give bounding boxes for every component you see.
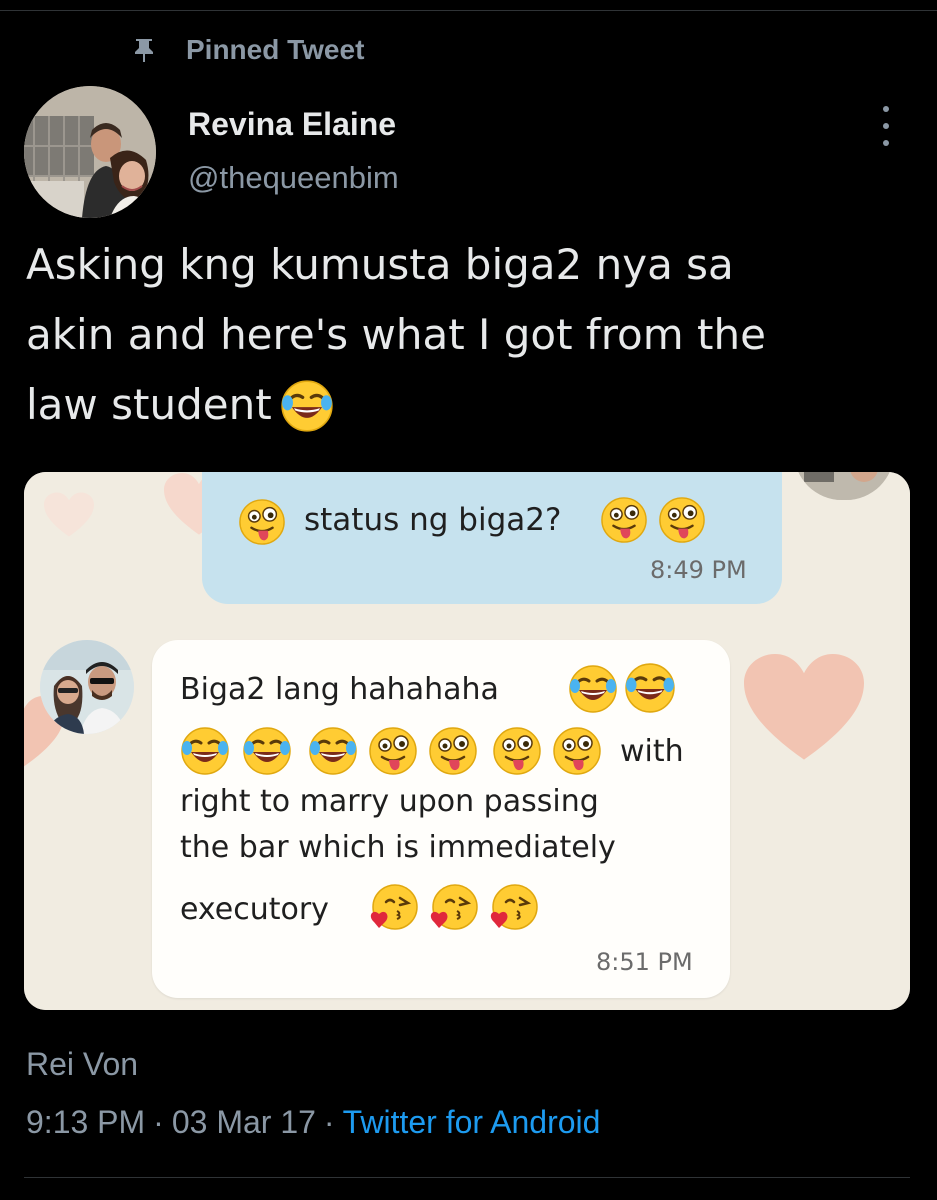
tweet-source-link[interactable]: Twitter for Android <box>343 1104 601 1140</box>
avatar[interactable] <box>24 86 156 218</box>
face-blowing-kiss-icon <box>368 884 418 938</box>
pin-icon <box>130 36 158 64</box>
image-credit: Rei Von <box>26 1046 139 1082</box>
tweet-date[interactable]: 03 Mar 17 <box>172 1104 316 1140</box>
bottom-divider <box>24 1177 910 1178</box>
incoming-message-line: executory <box>180 892 329 927</box>
face-blowing-kiss-icon <box>428 884 478 938</box>
top-divider <box>0 10 937 11</box>
face-with-tears-of-joy-icon <box>180 726 230 780</box>
incoming-message-time: 8:51 PM <box>596 948 693 976</box>
tongue-face-icon <box>600 496 648 548</box>
tweet-time[interactable]: 9:13 PM <box>26 1104 145 1140</box>
tongue-face-icon <box>368 726 418 780</box>
pinned-label: Pinned Tweet <box>186 34 365 65</box>
outgoing-message-text: status ng biga2? <box>304 502 562 538</box>
tweet-metadata: 9:13 PM · 03 Mar 17 · Twitter for Android <box>26 1104 600 1141</box>
face-with-tears-of-joy-icon <box>280 379 334 454</box>
separator: · <box>153 1104 164 1140</box>
incoming-message-text: with <box>620 734 684 769</box>
face-with-tears-of-joy-icon <box>568 664 618 718</box>
face-with-tears-of-joy-icon <box>624 662 676 718</box>
face-with-tears-of-joy-icon <box>242 726 292 780</box>
incoming-message-line: the bar which is immediately <box>180 830 616 865</box>
face-blowing-kiss-icon <box>488 884 538 938</box>
outgoing-message-time: 8:49 PM <box>650 556 747 584</box>
tongue-face-icon <box>428 726 478 780</box>
incoming-message-line: right to marry upon passing <box>180 784 599 819</box>
separator: · <box>323 1104 335 1140</box>
tweet-image[interactable]: status ng biga2? 8:49 PM Biga2 lang haha… <box>24 472 910 1010</box>
author-handle[interactable]: @thequeenbim <box>188 160 399 196</box>
more-vertical-icon[interactable] <box>874 106 898 146</box>
incoming-message-line: Biga2 lang hahahaha <box>180 672 499 707</box>
tweet-text-line: Asking kng kumusta biga2 nya sa <box>26 240 734 289</box>
tweet-text-span: law student <box>26 380 272 429</box>
tweet-text: Asking kng kumusta biga2 nya sa akin and… <box>26 230 906 454</box>
tongue-face-icon <box>492 726 542 780</box>
face-with-tears-of-joy-icon <box>308 726 358 780</box>
tongue-face-icon <box>658 496 706 548</box>
pinned-indicator: Pinned Tweet <box>130 30 364 70</box>
tweet-text-line: akin and here's what I got from the <box>26 310 766 359</box>
author-name[interactable]: Revina Elaine <box>188 106 396 143</box>
tongue-face-icon <box>552 726 602 780</box>
tweet-text-line: law student <box>26 370 906 454</box>
chat-avatar <box>40 640 134 734</box>
tongue-face-icon <box>238 498 286 550</box>
